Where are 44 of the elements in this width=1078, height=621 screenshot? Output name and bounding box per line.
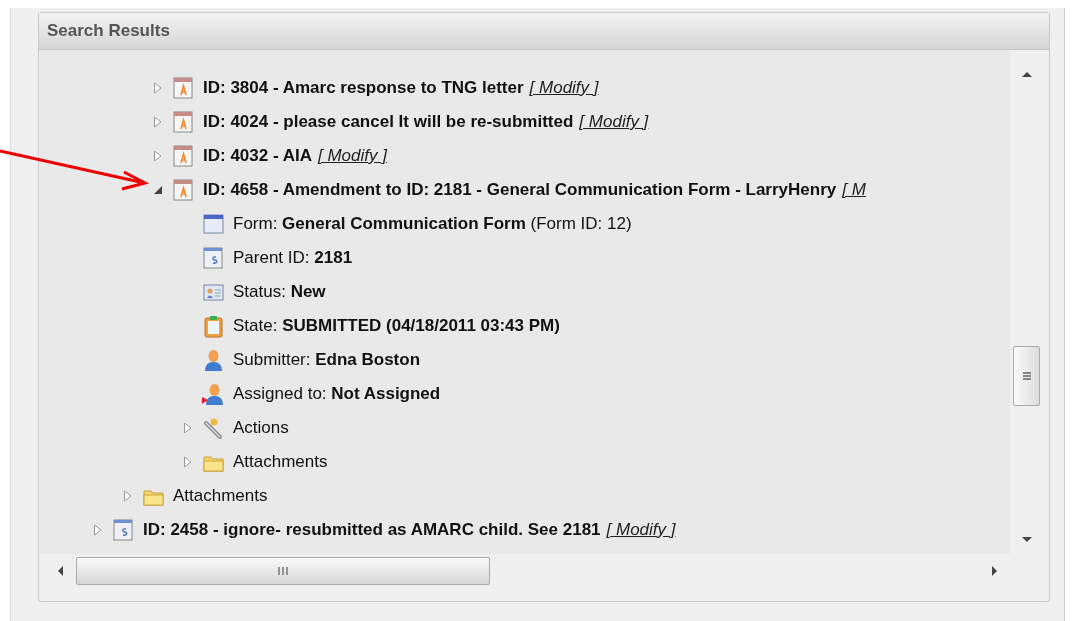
node-label[interactable]: Parent ID: 2181 [233, 248, 353, 268]
clipboard-icon [202, 314, 225, 338]
modify-link[interactable]: [ Modify ] [529, 78, 599, 98]
expand-icon[interactable] [152, 81, 164, 95]
person-flag-icon [202, 382, 225, 406]
modify-link[interactable]: [ Modify ] [579, 112, 649, 132]
node-label[interactable]: Assigned to: Not Assigned [233, 384, 441, 404]
scroll-down-icon[interactable] [1020, 536, 1033, 544]
node-label[interactable]: Status: New [233, 282, 326, 302]
panel-title: Search Results [47, 21, 170, 41]
expand-icon[interactable] [152, 115, 164, 129]
scroll-right-icon[interactable] [991, 565, 999, 577]
node-label[interactable]: Attachments [173, 486, 268, 506]
document-icon [172, 110, 195, 134]
scroll-thumb[interactable] [1013, 346, 1040, 406]
modify-link[interactable]: [ Modify ] [317, 146, 387, 166]
modify-link[interactable]: [ Modify ] [606, 520, 676, 540]
record-title[interactable]: ID: 2458 - ignore- resubmitted as AMARC child. See 2181 [143, 520, 601, 540]
record-title[interactable]: ID: 4658 - Amendment to ID: 2181 - General Communication Form - LarryHenry [203, 180, 837, 200]
document-icon [112, 518, 135, 542]
node-label[interactable]: Submitter: Edna Boston [233, 350, 421, 370]
node-label[interactable]: Attachments [233, 452, 328, 472]
modify-link[interactable]: [ M [842, 180, 866, 200]
document-icon [202, 246, 225, 270]
expand-icon[interactable] [122, 489, 134, 503]
scroll-up-icon[interactable] [1020, 70, 1033, 78]
node-label[interactable]: Form: General Communication Form (Form ID: 12) [233, 214, 632, 234]
record-title[interactable]: ID: 3804 - Amarc response to TNG letter [203, 78, 524, 98]
document-icon [172, 76, 195, 100]
expand-icon[interactable] [182, 421, 194, 435]
person-icon [202, 348, 225, 372]
scroll-left-icon[interactable] [56, 565, 64, 577]
expand-icon[interactable] [152, 149, 164, 163]
document-icon [172, 144, 195, 168]
record-title[interactable]: ID: 4024 - please cancel It will be re-submitted [203, 112, 574, 132]
expand-icon[interactable] [182, 455, 194, 469]
wrench-icon [202, 416, 225, 440]
document-icon [172, 178, 195, 202]
node-label[interactable]: Actions [233, 418, 289, 438]
record-title[interactable]: ID: 4032 - AIA [203, 146, 312, 166]
expand-icon[interactable] [92, 523, 104, 537]
node-label[interactable]: State: SUBMITTED (04/18/2011 03:43 PM) [233, 316, 560, 336]
window-icon [202, 212, 225, 236]
scroll-thumb[interactable] [76, 557, 490, 585]
